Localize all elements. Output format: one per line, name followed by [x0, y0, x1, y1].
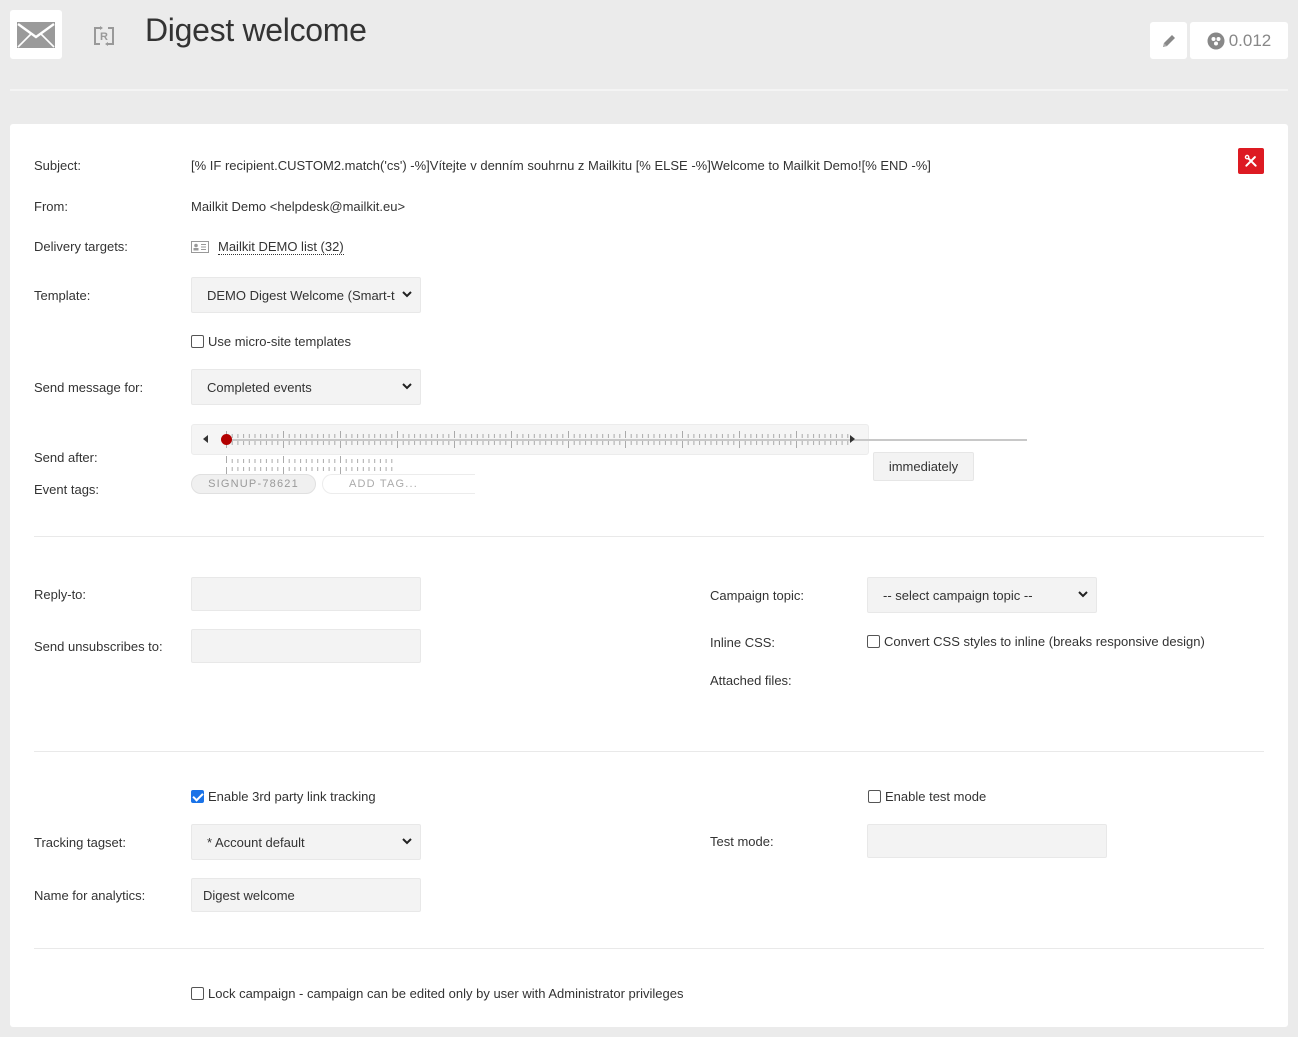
- section-divider: [34, 751, 1264, 752]
- send-message-for-selected: Completed events: [207, 379, 312, 395]
- subject-value: [% IF recipient.CUSTOM2.match('cs') -%]V…: [191, 158, 931, 173]
- tracking-tagset-select[interactable]: * Account default: [191, 824, 421, 860]
- pencil-icon: [1162, 34, 1175, 47]
- test-mode-checkbox-box[interactable]: [868, 790, 881, 803]
- attached-files-label: Attached files:: [710, 673, 792, 688]
- page-header: R Digest welcome 0.012: [0, 0, 1298, 100]
- unsubscribes-to-label: Send unsubscribes to:: [34, 639, 163, 654]
- inline-css-checkbox-box[interactable]: [867, 635, 880, 648]
- chevron-down-icon: [402, 383, 412, 390]
- slider-left-arrow-icon[interactable]: [203, 435, 208, 443]
- delivery-target-link[interactable]: Mailkit DEMO list (32): [218, 239, 344, 255]
- radiation-score-icon: [1207, 32, 1225, 49]
- slider-sub-ticks: [226, 456, 393, 474]
- analytics-name-input[interactable]: Digest welcome: [191, 878, 421, 912]
- tracking-tagset-label: Tracking tagset:: [34, 835, 127, 850]
- campaign-topic-label: Campaign topic:: [710, 588, 804, 603]
- subject-label: Subject:: [34, 158, 81, 173]
- campaign-topic-selected: -- select campaign topic --: [883, 587, 1033, 603]
- third-party-tracking-label: Enable 3rd party link tracking: [208, 789, 376, 804]
- send-after-slider-handle[interactable]: [221, 434, 232, 445]
- section-divider: [34, 536, 1264, 537]
- slider-right-arrow-icon[interactable]: [850, 435, 855, 443]
- test-mode-checkbox-label: Enable test mode: [885, 789, 987, 804]
- send-after-label: Send after:: [34, 450, 98, 465]
- edit-button[interactable]: [1150, 22, 1187, 59]
- page-title: Digest welcome: [145, 12, 367, 48]
- campaign-topic-select[interactable]: -- select campaign topic --: [867, 577, 1097, 613]
- from-label: From:: [34, 199, 68, 214]
- event-tags-label: Event tags:: [34, 482, 100, 497]
- test-mode-label: Test mode:: [710, 834, 774, 849]
- micro-site-checkbox-box[interactable]: [191, 335, 204, 348]
- test-mode-input[interactable]: [867, 824, 1107, 858]
- svg-text:R: R: [100, 31, 108, 43]
- recurring-campaign-icon: R: [94, 26, 114, 46]
- inline-css-checkbox-label: Convert CSS styles to inline (breaks res…: [884, 634, 1205, 649]
- add-tag-input[interactable]: ADD TAG...: [322, 474, 475, 494]
- campaign-settings-card: Subject: [% IF recipient.CUSTOM2.match('…: [10, 124, 1288, 1027]
- lock-campaign-label: Lock campaign - campaign can be edited o…: [208, 986, 684, 1001]
- tracking-tagset-selected: * Account default: [207, 834, 305, 850]
- from-value: Mailkit Demo <helpdesk@mailkit.eu>: [191, 199, 406, 214]
- third-party-tracking-checkbox[interactable]: Enable 3rd party link tracking: [191, 789, 376, 804]
- lock-campaign-checkbox-box[interactable]: [191, 987, 204, 1000]
- third-party-tracking-checkbox-box[interactable]: [191, 790, 204, 803]
- envelope-icon: [17, 21, 55, 48]
- inline-css-checkbox[interactable]: Convert CSS styles to inline (breaks res…: [867, 634, 1205, 649]
- chevron-down-icon: [1078, 591, 1088, 598]
- test-mode-checkbox[interactable]: Enable test mode: [868, 789, 986, 804]
- section-divider: [34, 948, 1264, 949]
- header-divider: [10, 89, 1288, 91]
- campaign-type-logo: [10, 10, 62, 59]
- micro-site-label: Use micro-site templates: [208, 334, 352, 349]
- analytics-name-label: Name for analytics:: [34, 888, 146, 903]
- micro-site-checkbox[interactable]: Use micro-site templates: [191, 334, 351, 349]
- chevron-down-icon: [402, 838, 412, 845]
- lock-campaign-checkbox[interactable]: Lock campaign - campaign can be edited o…: [191, 986, 683, 1001]
- send-after-value[interactable]: immediately: [873, 452, 974, 481]
- chevron-down-icon: [402, 291, 412, 298]
- contact-card-icon: [191, 241, 209, 253]
- slider-line: [226, 439, 1027, 441]
- reply-to-label: Reply-to:: [34, 587, 87, 602]
- template-select[interactable]: DEMO Digest Welcome (Smart-t: [191, 277, 421, 313]
- event-tag[interactable]: SIGNUP-78621: [191, 474, 316, 494]
- send-message-for-select[interactable]: Completed events: [191, 369, 421, 405]
- template-label: Template:: [34, 288, 91, 303]
- template-selected: DEMO Digest Welcome (Smart-t: [207, 287, 395, 303]
- wrench-screwdriver-icon: [1244, 154, 1257, 167]
- delivery-targets-label: Delivery targets:: [34, 239, 128, 254]
- unsubscribes-to-input[interactable]: [191, 629, 421, 663]
- tools-button[interactable]: [1238, 148, 1264, 174]
- send-message-for-label: Send message for:: [34, 380, 144, 395]
- spam-score-button[interactable]: 0.012: [1190, 22, 1288, 59]
- reply-to-input[interactable]: [191, 577, 421, 611]
- spam-score-value: 0.012: [1228, 30, 1272, 50]
- inline-css-label: Inline CSS:: [710, 635, 776, 650]
